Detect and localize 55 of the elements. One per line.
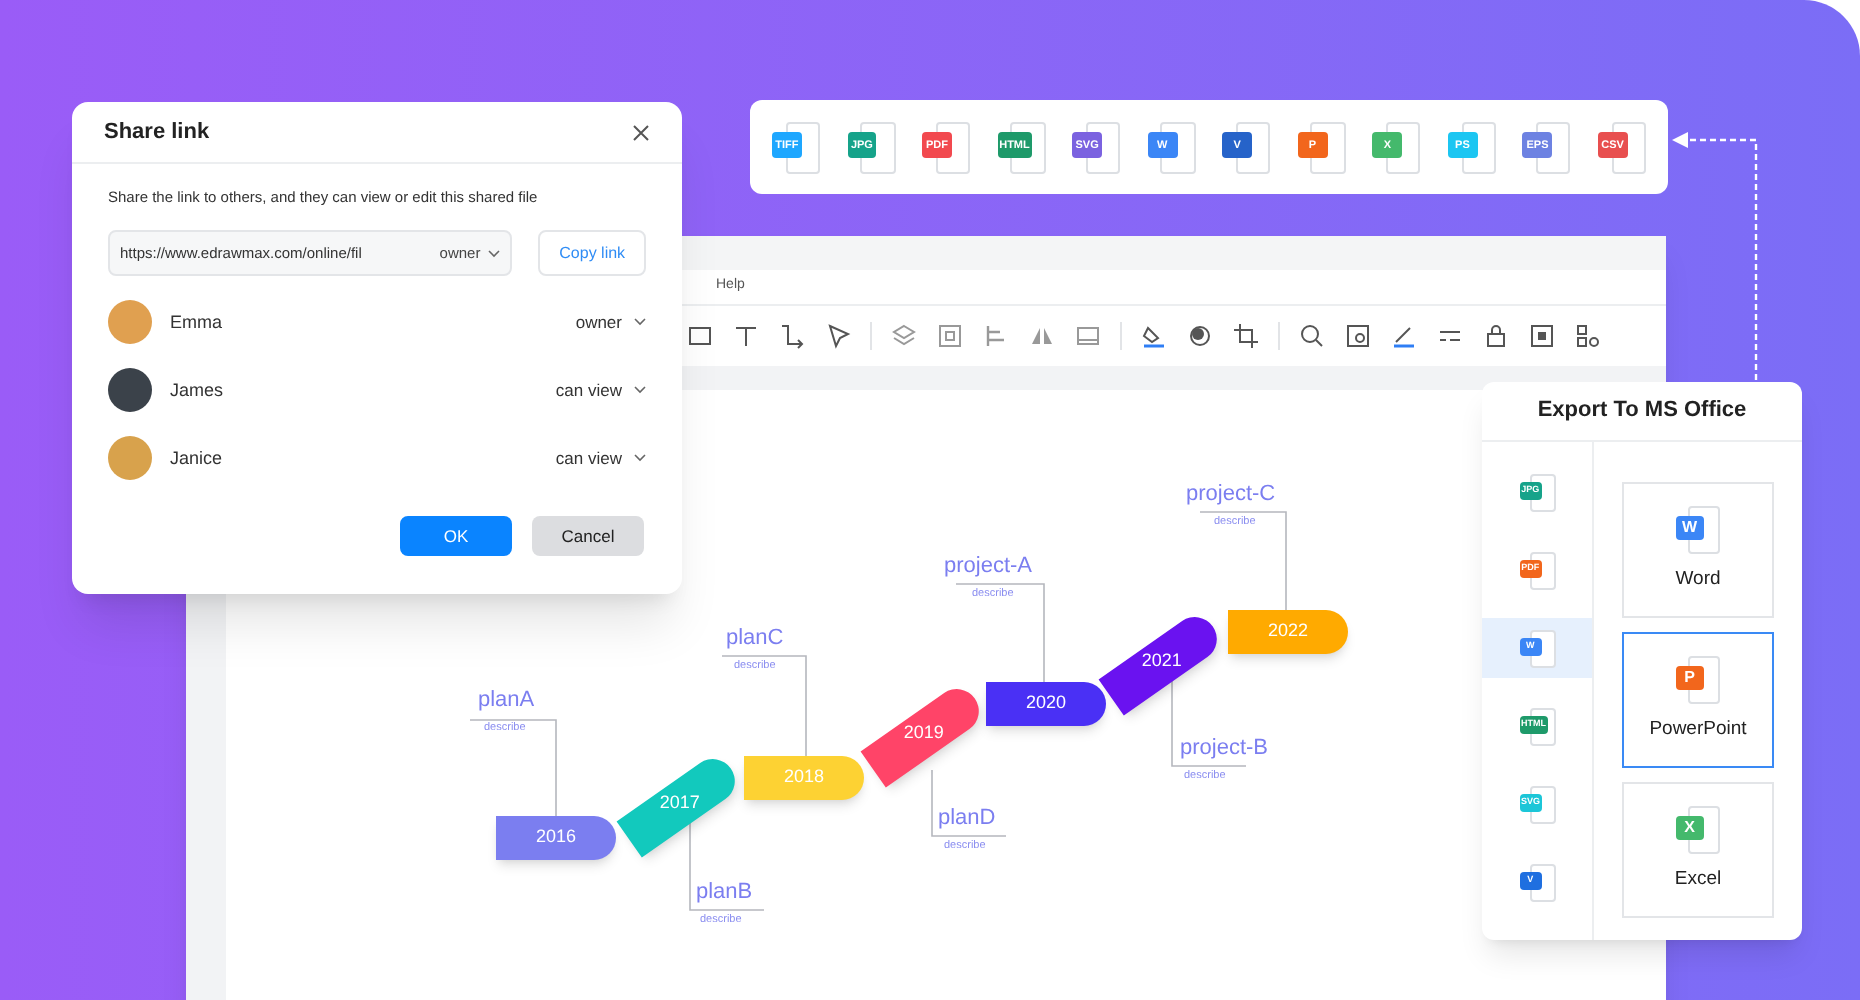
shapes-icon[interactable] bbox=[1574, 322, 1602, 350]
dialog-title: Share link bbox=[104, 117, 210, 148]
caret-icon[interactable] bbox=[488, 249, 501, 258]
caret-icon[interactable] bbox=[634, 318, 646, 327]
search-icon[interactable] bbox=[1298, 322, 1326, 350]
annotation-title: project-A bbox=[944, 552, 1033, 580]
rectangle-icon[interactable] bbox=[686, 322, 714, 350]
panel-title: Export To MS Office bbox=[1537, 396, 1747, 427]
leader-line bbox=[689, 819, 765, 911]
ok-button[interactable]: OK bbox=[400, 516, 512, 557]
role-dropdown[interactable]: can view bbox=[555, 445, 646, 472]
user-name: Janice bbox=[170, 445, 223, 471]
user-name: Emma bbox=[170, 309, 223, 335]
layers-icon[interactable] bbox=[890, 322, 918, 350]
zoom-page-icon[interactable] bbox=[1344, 322, 1372, 350]
annotation-title: project-B bbox=[1180, 734, 1269, 762]
role-dropdown[interactable]: can view bbox=[555, 377, 646, 404]
shadow-icon[interactable] bbox=[1186, 322, 1214, 350]
caret-icon[interactable] bbox=[634, 386, 646, 395]
export-option-card[interactable]: W Word bbox=[1622, 482, 1774, 618]
pointer-icon[interactable] bbox=[824, 322, 852, 350]
copy-link-button[interactable]: Copy link bbox=[538, 230, 646, 277]
leader-line bbox=[1199, 511, 1287, 611]
role-dropdown[interactable]: owner bbox=[575, 309, 646, 336]
export-option-card[interactable]: P PowerPoint bbox=[1622, 632, 1774, 768]
connector-icon[interactable] bbox=[778, 322, 806, 350]
annotation-title: planA bbox=[478, 686, 535, 714]
group-icon[interactable] bbox=[936, 322, 964, 350]
lock-icon[interactable] bbox=[1482, 322, 1510, 350]
caret-icon[interactable] bbox=[634, 454, 646, 463]
option-label: PowerPoint bbox=[1649, 715, 1747, 744]
timeline-segment: 2022 bbox=[1228, 610, 1348, 654]
option-label: Excel bbox=[1674, 865, 1722, 894]
annotation-title: planC bbox=[726, 624, 784, 652]
align-icon[interactable] bbox=[982, 322, 1010, 350]
leader-line bbox=[721, 655, 807, 759]
timeline-segment: 2020 bbox=[986, 682, 1106, 726]
annotation-title: project-C bbox=[1186, 480, 1276, 508]
crop-icon[interactable] bbox=[1232, 322, 1260, 350]
cancel-button[interactable]: Cancel bbox=[532, 516, 644, 557]
user-name: James bbox=[170, 377, 224, 403]
timeline-segment: 2018 bbox=[744, 756, 864, 800]
export-option-card[interactable]: X Excel bbox=[1622, 782, 1774, 918]
timeline-segment: 2016 bbox=[496, 816, 616, 860]
text-icon[interactable] bbox=[732, 322, 760, 350]
leader-line bbox=[955, 583, 1045, 683]
annotation-title: planD bbox=[938, 804, 996, 832]
fill-icon[interactable] bbox=[1140, 322, 1168, 350]
frame-icon[interactable] bbox=[1528, 322, 1556, 350]
leader-line bbox=[931, 769, 1007, 837]
annotation-title: planB bbox=[696, 878, 753, 906]
pen-icon[interactable] bbox=[1390, 322, 1418, 350]
leader-line bbox=[469, 719, 557, 817]
option-label: Word bbox=[1675, 565, 1721, 594]
close-icon[interactable] bbox=[632, 123, 650, 141]
